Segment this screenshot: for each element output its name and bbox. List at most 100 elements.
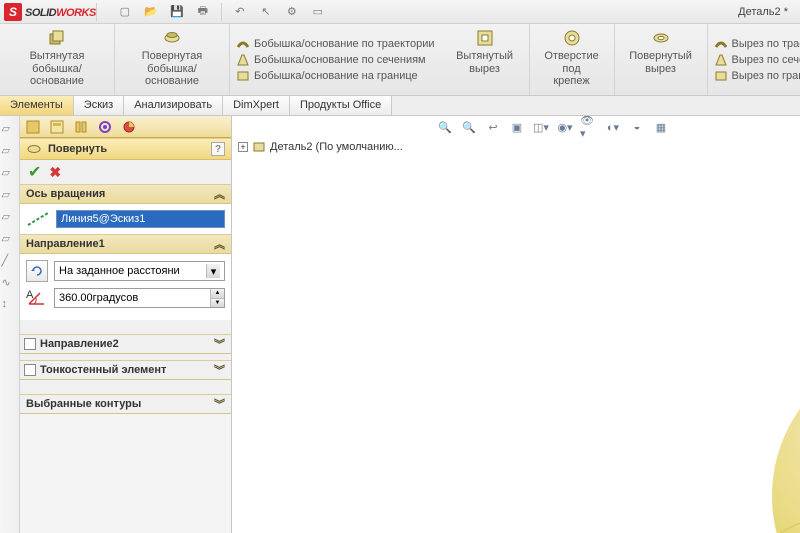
sweep-icon (236, 37, 250, 51)
options-icon[interactable]: ▭ (310, 4, 326, 20)
collapse-icon[interactable]: ︽ (214, 236, 225, 252)
reverse-arrow-icon (30, 264, 44, 278)
tab-sketch[interactable]: Эскиз (74, 96, 124, 115)
extruded-cut-button[interactable]: Вытянутый вырез (449, 28, 521, 75)
display-tab-icon[interactable] (120, 118, 138, 136)
dim-icon[interactable]: ↕ (2, 298, 18, 314)
section-view-icon[interactable]: ▣ (508, 118, 526, 136)
view-orient-icon[interactable]: ◫▾ (532, 118, 550, 136)
expand-icon[interactable]: ︾ (214, 362, 225, 378)
undo-icon[interactable]: ↶ (232, 4, 248, 20)
angle-up-button[interactable]: ▲ (211, 289, 224, 299)
axis-selection-field[interactable] (56, 210, 225, 228)
tab-office[interactable]: Продукты Office (290, 96, 392, 115)
hole-wizard-button[interactable]: Отверстие под крепеж (538, 28, 606, 88)
graphics-viewport[interactable]: 🔍 🔍 ↩ ▣ ◫▾ ◉▾ 👁▾ ◐▾ ◒ ▦ + Деталь2 (По ум… (232, 116, 800, 533)
loft-cut-icon (714, 53, 728, 67)
angle-down-button[interactable]: ▼ (211, 299, 224, 308)
swept-boss-button[interactable]: Бобышка/основание по траектории (236, 37, 435, 51)
lofted-cut-button[interactable]: Вырез по сечен (714, 53, 800, 67)
zoom-fit-icon[interactable]: 🔍 (436, 118, 454, 136)
render-icon[interactable]: ▦ (652, 118, 670, 136)
cancel-button[interactable]: ✖ (49, 164, 61, 181)
prev-view-icon[interactable]: ↩ (484, 118, 502, 136)
assembly-icon[interactable]: ▱ (2, 144, 18, 160)
pane-icon[interactable]: ▱ (2, 188, 18, 204)
revolve-icon (162, 28, 182, 48)
contours-section-header[interactable]: Выбранные контуры ︾ (20, 394, 231, 414)
sweep-cut-icon (714, 37, 728, 51)
tab-dimxpert[interactable]: DimXpert (223, 96, 290, 115)
zoom-area-icon[interactable]: 🔍 (460, 118, 478, 136)
app-logo: S SOLIDWORKS (4, 3, 96, 21)
expand-icon[interactable]: ︾ (214, 396, 225, 412)
swept-cut-button[interactable]: Вырез по траек (714, 37, 800, 51)
direction-type-dropdown[interactable]: На заданное расстояни ▾ (54, 261, 225, 281)
ribbon: Вытянутая бобышка/основание Повернутая б… (0, 24, 800, 96)
select-icon[interactable]: ↖ (258, 4, 274, 20)
scene-icon[interactable]: ◐▾ (604, 118, 622, 136)
new-file-icon[interactable]: ▢ (117, 4, 133, 20)
save-icon[interactable]: 💾 (169, 4, 185, 20)
config-tab-icon[interactable] (72, 118, 90, 136)
rebuild-icon[interactable]: ⚙ (284, 4, 300, 20)
pane2-icon[interactable]: ▱ (2, 210, 18, 226)
open-file-icon[interactable]: 📂 (143, 4, 159, 20)
expand-tree-icon[interactable]: + (238, 142, 248, 152)
reverse-direction-button[interactable] (26, 260, 48, 282)
loft-icon (236, 53, 250, 67)
drawing-icon[interactable]: ▱ (2, 166, 18, 182)
boundary-icon (236, 69, 250, 83)
ok-button[interactable]: ✔ (28, 162, 41, 182)
revolved-cut-button[interactable]: Повернутый вырез (623, 28, 699, 75)
print-icon[interactable]: 🖶 (195, 4, 211, 20)
quick-access-toolbar: ▢ 📂 💾 🖶 ↶ ↖ ⚙ ▭ (117, 3, 326, 21)
boundary-cut-button[interactable]: Вырез по грани (714, 69, 800, 83)
title-bar: S SOLIDWORKS ▢ 📂 💾 🖶 ↶ ↖ ⚙ ▭ Деталь2 * (0, 0, 800, 24)
help-button[interactable]: ? (211, 142, 225, 156)
angle-spinner[interactable]: ▲▼ (54, 288, 225, 308)
revolved-boss-button[interactable]: Повернутая бобышка/основание (123, 28, 221, 88)
pm-header: Повернуть ? (20, 138, 231, 160)
pm-title: Повернуть (48, 143, 107, 155)
panel-tab-strip (20, 116, 231, 138)
sketch-line-icon[interactable]: ╱ (2, 254, 18, 270)
property-tab-icon[interactable] (48, 118, 66, 136)
feature-tree-tab-icon[interactable] (24, 118, 42, 136)
pm-action-bar: ✔ ✖ (20, 160, 231, 184)
thin-feature-checkbox[interactable] (24, 364, 36, 376)
pane3-icon[interactable]: ▱ (2, 232, 18, 248)
thin-feature-section-header[interactable]: Тонкостенный элемент ︾ (20, 360, 231, 380)
heads-up-toolbar: 🔍 🔍 ↩ ▣ ◫▾ ◉▾ 👁▾ ◐▾ ◒ ▦ (436, 118, 670, 136)
part-icon[interactable]: ▱ (2, 122, 18, 138)
tab-features[interactable]: Элементы (0, 96, 74, 115)
extruded-boss-button[interactable]: Вытянутая бобышка/основание (8, 28, 106, 88)
revolve-feature-icon (26, 141, 42, 157)
direction1-section-header[interactable]: Направление1 ︽ (20, 234, 231, 254)
expand-icon[interactable]: ︾ (214, 336, 225, 352)
direction2-section-header[interactable]: Направление2 ︾ (20, 334, 231, 354)
preview-sphere-middle (772, 346, 800, 533)
revolved-boss-label: Повернутая бобышка/основание (123, 50, 221, 88)
angle-input[interactable] (55, 289, 210, 307)
document-title: Деталь2 * (738, 6, 788, 18)
boundary-cut-icon (714, 69, 728, 83)
extruded-boss-label: Вытянутая бобышка/основание (8, 50, 106, 88)
collapse-icon[interactable]: ︽ (214, 186, 225, 202)
flyout-feature-tree[interactable]: + Деталь2 (По умолчанию... (238, 140, 403, 154)
direction2-checkbox[interactable] (24, 338, 36, 350)
sketch-tool-icon[interactable]: ∿ (2, 276, 18, 292)
part-tree-icon (252, 140, 266, 154)
dimxpert-tab-icon[interactable] (96, 118, 114, 136)
tab-evaluate[interactable]: Анализировать (124, 96, 223, 115)
hide-show-icon[interactable]: 👁▾ (580, 118, 598, 136)
lofted-boss-button[interactable]: Бобышка/основание по сечениям (236, 53, 435, 67)
axis-section-header[interactable]: Ось вращения ︽ (20, 184, 231, 204)
extrude-icon (47, 28, 67, 48)
app-name: SOLIDWORKS (25, 5, 96, 19)
display-style-icon[interactable]: ◉▾ (556, 118, 574, 136)
svg-text:A: A (26, 289, 34, 301)
boundary-boss-button[interactable]: Бобышка/основание на границе (236, 69, 435, 83)
hole-icon (562, 28, 582, 48)
appearance-icon[interactable]: ◒ (628, 118, 646, 136)
